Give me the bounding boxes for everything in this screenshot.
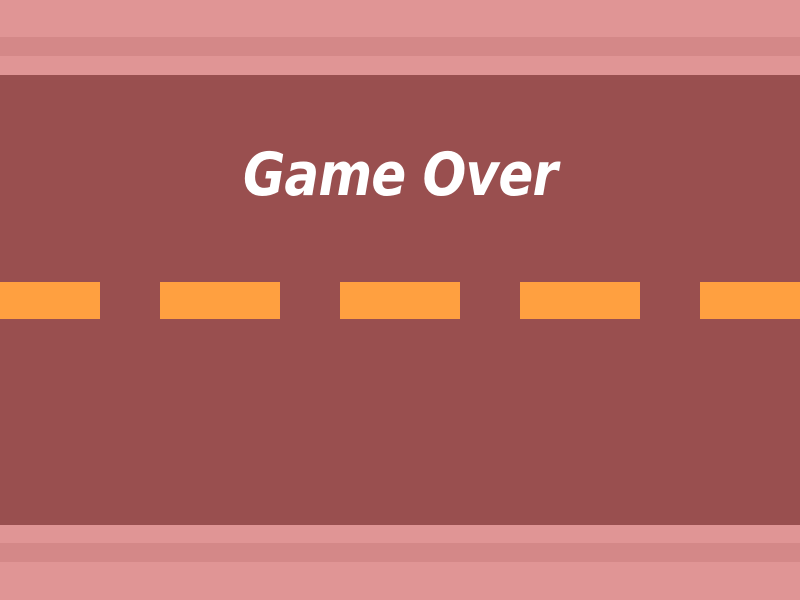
curb-stripe-bottom	[0, 543, 800, 562]
game-over-title: Game Over	[242, 140, 558, 210]
sidewalk-top	[0, 0, 800, 75]
lane-marking	[700, 282, 800, 319]
lane-marking	[160, 282, 280, 319]
game-scene: Game Over	[0, 0, 800, 600]
road: Game Over	[0, 75, 800, 525]
lane-marking	[0, 282, 100, 319]
curb-stripe-top	[0, 37, 800, 56]
sidewalk-bottom	[0, 525, 800, 600]
lane-marking	[340, 282, 460, 319]
lane-marking	[520, 282, 640, 319]
